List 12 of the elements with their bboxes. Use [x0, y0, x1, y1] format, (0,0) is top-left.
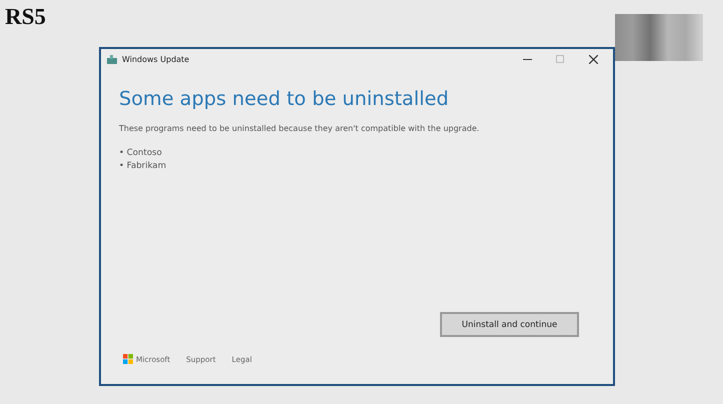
app-list-item: • Fabrikam: [119, 160, 168, 173]
microsoft-logo-icon: [123, 354, 133, 364]
message-text: These programs need to be uninstalled because they aren't compatible with the upgrade.: [119, 124, 480, 133]
minimize-icon: [522, 58, 532, 60]
dialog-heading: Some apps need to be uninstalled: [119, 87, 450, 110]
maximize-icon: [556, 55, 564, 63]
slide-title: RS5: [4, 3, 46, 31]
app-list-item: • Contoso: [119, 147, 163, 160]
app-icon: [107, 54, 117, 64]
uninstall-button[interactable]: Uninstall and continue: [440, 312, 579, 337]
window-title: Windows Update: [122, 54, 190, 64]
close-icon: [588, 54, 598, 64]
